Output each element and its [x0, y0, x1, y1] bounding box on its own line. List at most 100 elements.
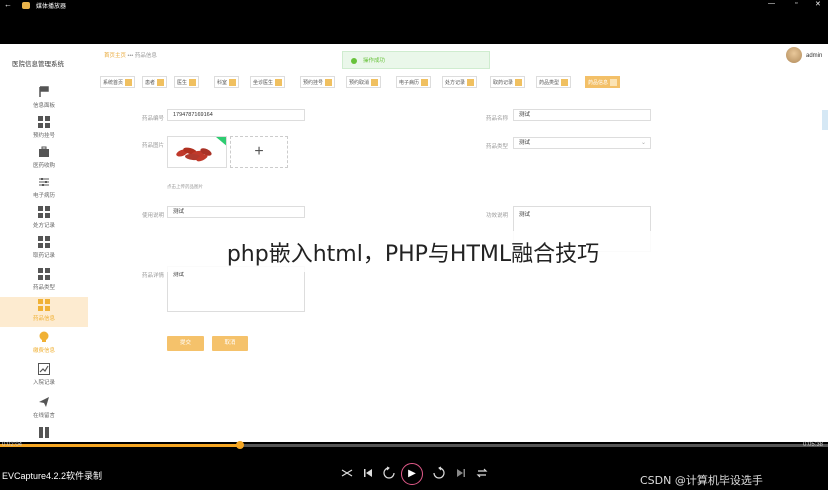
- grid-icon: [38, 206, 50, 218]
- upload-button[interactable]: +: [230, 136, 288, 168]
- grid-icon: [38, 268, 50, 280]
- sidebar-item-more[interactable]: [0, 424, 88, 442]
- close-icon[interactable]: [325, 79, 333, 87]
- close-icon[interactable]: [275, 79, 283, 87]
- letterbox-top: [0, 12, 828, 44]
- play-button[interactable]: ▶: [401, 463, 423, 485]
- minimize-icon[interactable]: —: [768, 0, 775, 7]
- tab-prescriptions[interactable]: 处方记录: [442, 76, 478, 88]
- close-icon[interactable]: ✕: [815, 0, 821, 8]
- close-icon[interactable]: [561, 79, 569, 87]
- close-icon[interactable]: [229, 79, 237, 87]
- shuffle-icon[interactable]: [340, 466, 354, 480]
- previous-icon[interactable]: [361, 466, 375, 480]
- tab-departments[interactable]: 科室: [214, 76, 240, 88]
- code-field[interactable]: 1794787169164: [167, 109, 305, 121]
- sidebar-item-prescriptions[interactable]: 处方记录: [0, 204, 88, 234]
- chevron-down-icon: ⌄: [640, 140, 646, 146]
- sidebar-item-appointment[interactable]: 预约挂号: [0, 114, 88, 144]
- book-icon: [39, 427, 49, 438]
- tab-sitting-doctors[interactable]: 坐诊医生: [250, 76, 286, 88]
- close-icon[interactable]: [515, 79, 523, 87]
- next-icon[interactable]: [454, 466, 468, 480]
- rewind-icon[interactable]: [382, 466, 396, 480]
- sidebar-item-admission[interactable]: 入院记录: [0, 361, 88, 391]
- success-toast: 操作成功: [342, 51, 490, 69]
- maximize-icon[interactable]: ▫: [795, 0, 797, 7]
- sidebar: 医院信息管理系统 信息面板 预约挂号 医药收购 电子病历 处方记录 取药记录 药…: [0, 44, 93, 442]
- sidebar-item-label: 药品信息: [32, 316, 55, 322]
- breadcrumb-separator: •••: [127, 53, 134, 59]
- detail-label: 药品详情: [142, 273, 165, 279]
- sidebar-item-records[interactable]: 电子病历: [0, 174, 88, 204]
- sidebar-item-label: 处方记录: [32, 223, 55, 229]
- progress-fill: [0, 444, 241, 447]
- recorder-label: EVCapture4.2.2软件录制: [2, 471, 103, 481]
- close-icon[interactable]: [421, 79, 429, 87]
- submit-button[interactable]: 提交: [167, 336, 204, 351]
- repeat-icon[interactable]: [475, 466, 489, 480]
- effect-label: 功效说明: [486, 213, 509, 219]
- close-icon[interactable]: [157, 79, 165, 87]
- grid-icon: [38, 236, 50, 248]
- sidebar-item-label: 在线留言: [32, 413, 55, 419]
- sidebar-item-label: 药品类型: [32, 285, 55, 291]
- detail-textarea[interactable]: 测试: [167, 266, 305, 312]
- flag-icon: [39, 86, 49, 97]
- sidebar-item-messages[interactable]: 在线留言: [0, 394, 88, 424]
- breadcrumb-home[interactable]: 首页主页: [104, 53, 126, 59]
- close-icon[interactable]: [610, 79, 618, 87]
- sidebar-item-drug-info[interactable]: 药品信息: [0, 297, 88, 327]
- tab-bar: 系统首页 患者 医生 科室 坐诊医生 预约挂号 预约取消 电子病历 处方记录 取…: [100, 74, 820, 90]
- caption-text: php嵌入html，PHP与HTML融合技巧: [226, 242, 600, 267]
- tab-pickup[interactable]: 取药记录: [490, 76, 526, 88]
- close-icon[interactable]: [189, 79, 197, 87]
- close-icon[interactable]: [125, 79, 133, 87]
- toast-text: 操作成功: [363, 58, 386, 64]
- tab-doctors[interactable]: 医生: [174, 76, 200, 88]
- sidebar-item-label: 信息面板: [32, 103, 55, 109]
- breadcrumb-current: 药品信息: [134, 53, 157, 59]
- close-icon[interactable]: [467, 79, 475, 87]
- tab-medical-records[interactable]: 电子病历: [396, 76, 432, 88]
- sidebar-item-pickup[interactable]: 取药记录: [0, 234, 88, 264]
- bulb-icon: [39, 331, 49, 342]
- usage-field[interactable]: 测试: [167, 206, 305, 218]
- sidebar-item-drug-types[interactable]: 药品类型: [0, 266, 88, 296]
- name-field[interactable]: 测试: [513, 109, 651, 121]
- tab-drug-types[interactable]: 药品类型: [536, 76, 572, 88]
- name-label: 药品名称: [486, 116, 509, 122]
- briefcase-icon: [39, 146, 49, 157]
- tab-cancellations[interactable]: 预约取消: [346, 76, 382, 88]
- usage-label: 使用说明: [142, 213, 165, 219]
- close-icon[interactable]: [371, 79, 379, 87]
- chart-icon: [38, 363, 50, 375]
- sidebar-item-label: 医药收购: [32, 163, 55, 169]
- tab-home[interactable]: 系统首页: [100, 76, 136, 88]
- drug-image-thumbnail[interactable]: [167, 136, 227, 168]
- tab-patients[interactable]: 患者: [142, 76, 168, 88]
- send-icon: [39, 397, 49, 407]
- chili-image-icon: [176, 137, 226, 162]
- sidebar-item-label: 预约挂号: [32, 133, 55, 139]
- watermark: CSDN @计算机毕设选手: [640, 474, 763, 487]
- sidebar-item-label: 电子病历: [32, 193, 55, 199]
- scrollbar[interactable]: [822, 110, 828, 130]
- tab-drug-info[interactable]: 药品信息: [585, 76, 621, 88]
- type-select-value: 测试: [519, 140, 531, 146]
- cancel-button[interactable]: 取消: [212, 336, 248, 351]
- forward-icon[interactable]: [432, 466, 446, 480]
- user-name[interactable]: admin: [806, 53, 822, 59]
- sidebar-item-payment[interactable]: 缴费信息: [0, 329, 88, 359]
- sidebar-item-dashboard[interactable]: 信息面板: [0, 84, 88, 114]
- type-select[interactable]: 测试 ⌄: [513, 137, 651, 149]
- sidebar-item-purchase[interactable]: 医药收购: [0, 144, 88, 174]
- sidebar-item-label: 入院记录: [32, 380, 55, 386]
- code-label: 药品编号: [142, 116, 165, 122]
- avatar[interactable]: [786, 47, 802, 63]
- grid-icon: [38, 116, 50, 128]
- tab-appointments[interactable]: 预约挂号: [300, 76, 336, 88]
- back-icon[interactable]: ←: [4, 0, 12, 9]
- sliders-icon: [39, 178, 49, 186]
- window-title: 媒体播放器: [36, 4, 67, 10]
